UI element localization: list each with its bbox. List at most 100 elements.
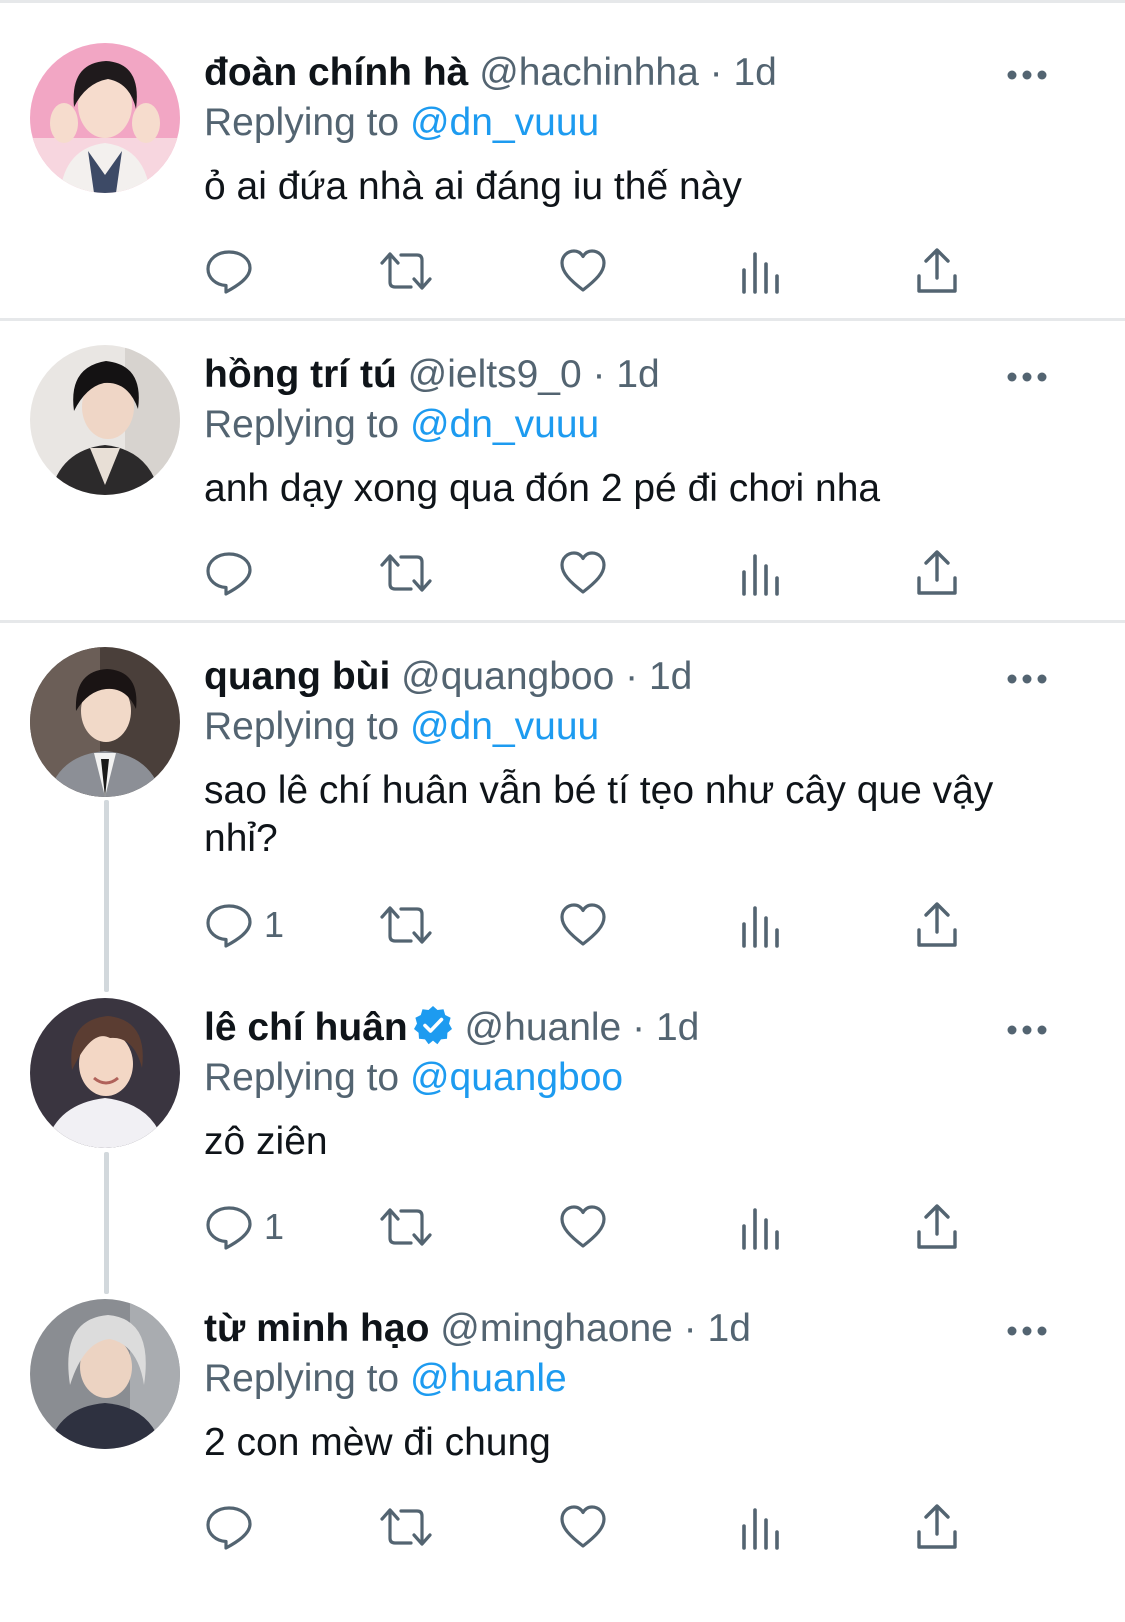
replying-to-line: Replying to @dn_vuuu: [204, 401, 599, 449]
author-handle[interactable]: @minghaone: [440, 1307, 673, 1350]
author-name[interactable]: hồng trí tú: [204, 353, 397, 396]
share-button[interactable]: [914, 241, 960, 301]
author-name[interactable]: đoàn chính hà: [204, 51, 468, 94]
tweet[interactable]: lê chí huân @huanle · 1d Replying to @qu…: [0, 998, 1125, 1268]
share-button[interactable]: [914, 543, 960, 603]
like-button[interactable]: [558, 1497, 608, 1557]
replying-to-mention[interactable]: @dn_vuuu: [410, 403, 599, 446]
heart-icon: [558, 1502, 608, 1552]
separator-dot: ·: [709, 51, 723, 94]
tweet-header: hồng trí tú @ielts9_0 · 1d: [204, 351, 660, 399]
action-bar: 1: [204, 1197, 1064, 1257]
like-button[interactable]: [558, 1197, 608, 1257]
avatar[interactable]: [30, 998, 180, 1148]
reply-icon: [204, 1202, 254, 1252]
views-button[interactable]: [739, 1497, 783, 1557]
replying-to-label: Replying to: [204, 1056, 400, 1099]
tweet-text: ỏ ai đứa nhà ai đáng iu thế này: [204, 165, 742, 208]
retweet-button[interactable]: [378, 241, 434, 301]
reply-button[interactable]: 1: [204, 1197, 284, 1257]
timestamp[interactable]: 1d: [708, 1307, 751, 1350]
like-button[interactable]: [558, 241, 608, 301]
share-icon: [914, 1502, 960, 1552]
replying-to-mention[interactable]: @dn_vuuu: [410, 101, 599, 144]
author-name[interactable]: lê chí huân: [204, 1006, 408, 1049]
author-handle[interactable]: @quangboo: [401, 655, 614, 698]
tweet[interactable]: hồng trí tú @ielts9_0 · 1d Replying to @…: [0, 345, 1125, 615]
avatar[interactable]: [30, 1299, 180, 1449]
reply-button[interactable]: [204, 1497, 264, 1557]
tweet-text: anh dạy xong qua đón 2 pé đi chơi nha: [204, 467, 881, 510]
separator-dot: ·: [632, 1006, 646, 1049]
share-icon: [914, 900, 960, 950]
views-icon: [739, 246, 783, 296]
reply-icon: [204, 1502, 254, 1552]
replying-to-mention[interactable]: @huanle: [410, 1357, 567, 1400]
avatar[interactable]: [30, 647, 180, 797]
replying-to-mention[interactable]: @quangboo: [410, 1056, 623, 1099]
author-name[interactable]: quang bùi: [204, 655, 390, 698]
heart-icon: [558, 900, 608, 950]
more-icon[interactable]: [1005, 661, 1049, 697]
timestamp[interactable]: 1d: [649, 655, 692, 698]
avatar[interactable]: [30, 43, 180, 193]
divider: [0, 318, 1125, 321]
action-bar: 1: [204, 895, 1064, 955]
tweet-text: zô ziên: [204, 1120, 328, 1163]
retweet-icon: [378, 1202, 434, 1252]
author-name[interactable]: từ minh hạo: [204, 1307, 429, 1350]
reply-button[interactable]: [204, 543, 264, 603]
tweet[interactable]: quang bùi @quangboo · 1d Replying to @dn…: [0, 647, 1125, 967]
tweet[interactable]: đoàn chính hà @hachinhha · 1d Replying t…: [0, 43, 1125, 313]
more-icon[interactable]: [1005, 1012, 1049, 1048]
share-button[interactable]: [914, 1497, 960, 1557]
like-button[interactable]: [558, 895, 608, 955]
tweet[interactable]: từ minh hạo @minghaone · 1d Replying to …: [0, 1299, 1125, 1609]
verified-badge-icon: [412, 1004, 454, 1046]
reply-count: 1: [264, 904, 285, 945]
timestamp[interactable]: 1d: [616, 353, 659, 396]
author-handle[interactable]: @ielts9_0: [408, 353, 582, 396]
views-icon: [739, 1502, 783, 1552]
separator-dot: ·: [592, 353, 606, 396]
retweet-button[interactable]: [378, 1197, 434, 1257]
action-bar: [204, 241, 1064, 301]
avatar[interactable]: [30, 345, 180, 495]
views-button[interactable]: [739, 1197, 783, 1257]
top-divider: [0, 0, 1125, 3]
share-button[interactable]: [914, 895, 960, 955]
reply-icon: [204, 900, 254, 950]
replying-to-line: Replying to @dn_vuuu: [204, 99, 599, 147]
views-button[interactable]: [739, 241, 783, 301]
views-icon: [739, 1202, 783, 1252]
timestamp[interactable]: 1d: [733, 51, 776, 94]
author-handle[interactable]: @hachinhha: [479, 51, 699, 94]
tweet-text: sao lê chí huân vẫn bé tí tẹo như cây qu…: [204, 769, 994, 860]
retweet-icon: [378, 900, 434, 950]
action-bar: [204, 543, 1064, 603]
timestamp[interactable]: 1d: [656, 1006, 699, 1049]
replying-to-line: Replying to @huanle: [204, 1355, 567, 1403]
replying-to-mention[interactable]: @dn_vuuu: [410, 705, 599, 748]
separator-dot: ·: [625, 655, 639, 698]
views-icon: [739, 900, 783, 950]
reply-count: 1: [264, 1206, 285, 1247]
reply-button[interactable]: [204, 241, 264, 301]
views-button[interactable]: [739, 543, 783, 603]
retweet-button[interactable]: [378, 895, 434, 955]
heart-icon: [558, 548, 608, 598]
replying-to-label: Replying to: [204, 403, 400, 446]
share-button[interactable]: [914, 1197, 960, 1257]
more-icon[interactable]: [1005, 1313, 1049, 1349]
reply-icon: [204, 246, 254, 296]
reply-button[interactable]: 1: [204, 895, 284, 955]
share-icon: [914, 246, 960, 296]
like-button[interactable]: [558, 543, 608, 603]
author-handle[interactable]: @huanle: [465, 1006, 622, 1049]
views-button[interactable]: [739, 895, 783, 955]
retweet-button[interactable]: [378, 1497, 434, 1557]
more-icon[interactable]: [1005, 57, 1049, 93]
more-icon[interactable]: [1005, 359, 1049, 395]
retweet-icon: [378, 548, 434, 598]
retweet-button[interactable]: [378, 543, 434, 603]
